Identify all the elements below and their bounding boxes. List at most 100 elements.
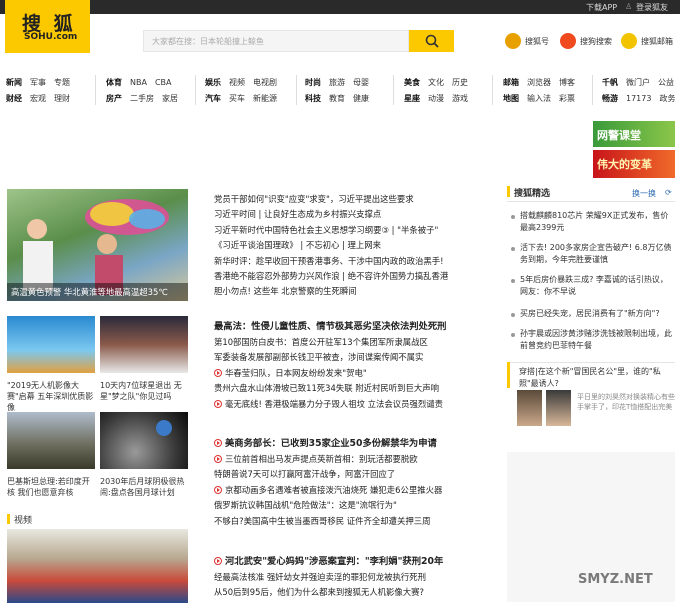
nav-item[interactable]: 彩票 bbox=[559, 91, 575, 107]
refresh-link[interactable]: 换一换 bbox=[632, 188, 656, 199]
featured-item[interactable]: 搭载麒麟810芯片 荣耀9X正式发布，售价最高2399元 bbox=[520, 210, 672, 234]
video-play-icon bbox=[214, 368, 222, 377]
video-thumbnail[interactable] bbox=[7, 529, 188, 603]
nav-item[interactable]: 文化 bbox=[428, 75, 444, 91]
thumb-caption[interactable]: 2030年后月球阴极很热闹:盘点各国月球计划 bbox=[100, 476, 188, 498]
search-engine-link[interactable]: 搜狗搜索 bbox=[560, 33, 612, 49]
nav-item[interactable]: 畅游 bbox=[602, 94, 618, 103]
news-link[interactable]: 俄罗斯抗议韩国战机"危险做法"：这是"流氓行为" bbox=[214, 498, 484, 513]
featured-item[interactable]: 活下去! 200多家房企宣告破产! 6.8万亿债务到期，今年完胜要谨慎 bbox=[520, 242, 672, 266]
nav-item[interactable]: 旅游 bbox=[329, 75, 345, 91]
nav-item[interactable]: 房产 bbox=[106, 94, 122, 103]
news-link[interactable]: 新华时评：趁早收回干预香港事务、干涉中国内政的政治黑手! bbox=[214, 254, 484, 269]
video-section-title[interactable]: 视频 bbox=[14, 513, 32, 526]
news-link[interactable]: 军委装备发展部副部长钱卫平被查，涉间谍案传闻不属实 bbox=[214, 350, 484, 365]
nav-item[interactable]: 历史 bbox=[452, 75, 468, 91]
nav-item[interactable]: 邮箱 bbox=[503, 78, 519, 87]
nav-item[interactable]: 健康 bbox=[353, 91, 369, 107]
search-input[interactable]: 大家都在搜：日本轮船撞上鲸鱼 bbox=[143, 30, 409, 52]
nav-item[interactable]: 专题 bbox=[54, 75, 70, 91]
download-app-link[interactable]: 下载APP bbox=[586, 2, 617, 13]
news-link[interactable]: 香港绝不能容忍外部势力兴风作浪 | 绝不容许外国势力搞乱香港 bbox=[214, 269, 484, 284]
nav-item[interactable]: 体育 bbox=[106, 78, 122, 87]
nav-item[interactable]: 军事 bbox=[30, 75, 46, 91]
news-link[interactable]: 党员干部如何"识变"应变"求变"，习近平提出这些要求 bbox=[214, 192, 484, 207]
nav-item[interactable]: 时尚 bbox=[305, 78, 321, 87]
feature-photo[interactable] bbox=[546, 390, 571, 426]
nav-item[interactable]: 输入法 bbox=[527, 91, 551, 107]
news-link[interactable]: 贵州六盘水山体滑坡已致11死34失联 附近村民听到巨大声响 bbox=[214, 381, 484, 396]
nav-item[interactable]: 政务 bbox=[659, 91, 675, 107]
news-link[interactable]: 从50后到95后，他们为什么都来到搜狐无人机影像大赛? bbox=[214, 585, 484, 600]
nav-item[interactable]: CBA bbox=[155, 75, 172, 91]
news-link[interactable]: 经最高法核准 强奸幼女并强迫卖淫的罪犯何龙被执行死刑 bbox=[214, 570, 484, 585]
nav-item[interactable]: 美食 bbox=[404, 78, 420, 87]
thumb-image[interactable] bbox=[100, 412, 188, 469]
sohu-logo[interactable]: 搜 狐 SOHU.com bbox=[5, 0, 90, 53]
video-play-icon bbox=[214, 439, 222, 447]
news-link[interactable]: 胆小勿点! 这些年 北京警察的生死瞬间 bbox=[214, 284, 484, 299]
nav-item[interactable]: 17173 bbox=[626, 91, 651, 107]
featured-item[interactable]: 5年后房价暴跌三成? 李嘉诚的话引热议，网友：你不早说 bbox=[520, 274, 672, 298]
nav-item[interactable]: 教育 bbox=[329, 91, 345, 107]
nav-item[interactable]: 博客 bbox=[559, 75, 575, 91]
nav-item[interactable]: 新闻 bbox=[6, 78, 22, 87]
news-link[interactable]: 三位前首相出马发声提点英新首相：别玩活都要脱欧 bbox=[225, 454, 418, 464]
sohuhao-link[interactable]: 搜狐号 bbox=[505, 33, 549, 49]
thumb-caption[interactable]: 巴基斯坦总理:若印度开核 我们也愿意弃核 bbox=[7, 476, 97, 498]
news-link[interactable]: 京都动画多名遇难者被直接泼汽油烧死 嫌犯走6公里推火器 bbox=[225, 485, 442, 495]
nav-item[interactable]: 动漫 bbox=[428, 91, 444, 107]
nav-item[interactable]: 星座 bbox=[404, 94, 420, 103]
nav-item[interactable]: 宏观 bbox=[30, 91, 46, 107]
nav-item[interactable]: 财经 bbox=[6, 94, 22, 103]
thumb-caption[interactable]: "2019无人机影像大赛"启幕 五年深圳优质影像 bbox=[7, 380, 97, 413]
login-link[interactable]: 登录狐友 bbox=[636, 2, 668, 13]
search-button[interactable] bbox=[409, 30, 454, 52]
refresh-icon[interactable]: ⟳ bbox=[665, 188, 672, 197]
news-link[interactable]: 习近平新时代中国特色社会主义思想学习纲要③ | "半条被子" bbox=[214, 223, 484, 238]
nav-item[interactable]: 新能源 bbox=[253, 91, 277, 107]
featured-item[interactable]: 买房已经失宠，居民消费有了"新方向"? bbox=[520, 308, 672, 320]
featured-item[interactable]: 孙宇晨或因涉黄涉赌涉洗钱被限制出境，此前曾竞约巴菲特午餐 bbox=[520, 328, 672, 352]
ad-banner-reform[interactable]: 伟大的变革 bbox=[593, 150, 675, 178]
nav-item[interactable]: 游戏 bbox=[452, 91, 468, 107]
nav-item[interactable]: 千帆 bbox=[602, 78, 618, 87]
nav-item[interactable]: 娱乐 bbox=[205, 78, 221, 87]
nav-divider bbox=[492, 75, 493, 105]
headline[interactable]: 美商务部长：已收到35家企业50多份解禁华为申请 bbox=[225, 438, 437, 449]
nav-item[interactable]: 公益 bbox=[658, 75, 674, 91]
headline[interactable]: 最高法：性侵儿童性质、情节极其恶劣坚决依法判处死刑 bbox=[214, 318, 484, 335]
news-link[interactable]: 第10部国防白皮书：首度公开驻军13个集团军所隶属战区 bbox=[214, 335, 484, 350]
nav-item[interactable]: 买车 bbox=[229, 91, 245, 107]
nav-item[interactable]: 微门户 bbox=[626, 75, 650, 91]
nav-item[interactable]: 电视剧 bbox=[253, 75, 277, 91]
nav-item[interactable]: 地图 bbox=[503, 94, 519, 103]
nav-item[interactable]: 家居 bbox=[162, 91, 178, 107]
nav-item[interactable]: 视频 bbox=[229, 75, 245, 91]
thumb-image[interactable] bbox=[100, 316, 188, 373]
nav-item[interactable]: NBA bbox=[130, 75, 147, 91]
nav-item[interactable]: 科技 bbox=[305, 94, 321, 103]
feature-photo[interactable] bbox=[517, 390, 542, 426]
news-link[interactable]: 习近平时间 | 让良好生态成为乡村振兴支撑点 bbox=[214, 207, 484, 222]
news-link[interactable]: 华春莹归队，日本网友纷纷发来"贺电" bbox=[225, 368, 367, 378]
news-link[interactable]: 不够白?美国高中生被当墨西哥移民 证件齐全却遭关押三周 bbox=[214, 514, 484, 529]
thumb-caption[interactable]: 10天内7位球星退出 无星"梦之队"你见过吗 bbox=[100, 380, 188, 402]
ad-banner-police[interactable]: 网警课堂 bbox=[593, 121, 675, 147]
thumb-image[interactable] bbox=[7, 316, 95, 373]
news-link[interactable]: 特朗普说7天可以打赢阿富汗战争，阿富汗回应了 bbox=[214, 467, 484, 482]
nav-item[interactable]: 汽车 bbox=[205, 94, 221, 103]
nav-item[interactable]: 理财 bbox=[54, 91, 70, 107]
news-link[interactable]: 毫无底线! 香港极端暴力分子毁人祖坟 立法会议员强烈谴责 bbox=[225, 399, 443, 409]
mail-link[interactable]: 搜狐邮箱 bbox=[621, 33, 673, 49]
headline[interactable]: 河北武安"爱心妈妈"涉恶案宣判："李利娟"获刑20年 bbox=[225, 556, 443, 567]
nav-item[interactable]: 浏览器 bbox=[527, 75, 551, 91]
thumb-image[interactable] bbox=[7, 412, 95, 469]
video-play-icon bbox=[214, 485, 222, 494]
feature-title[interactable]: 穿搭|在这个新"冒国民名公"里，谁的"私照"最诱人? bbox=[519, 366, 669, 390]
hero-image[interactable]: 高温黄色预警 华北黄淮等地最高温超35℃ bbox=[7, 189, 188, 301]
nav-group-more: 千帆 微门户 公益 畅游 17173 政务 bbox=[602, 75, 680, 107]
nav-item[interactable]: 母婴 bbox=[353, 75, 369, 91]
nav-item[interactable]: 二手房 bbox=[130, 91, 154, 107]
news-link[interactable]: 《习近平谈治国理政》 | 不忘初心 | 理上网来 bbox=[214, 238, 484, 253]
